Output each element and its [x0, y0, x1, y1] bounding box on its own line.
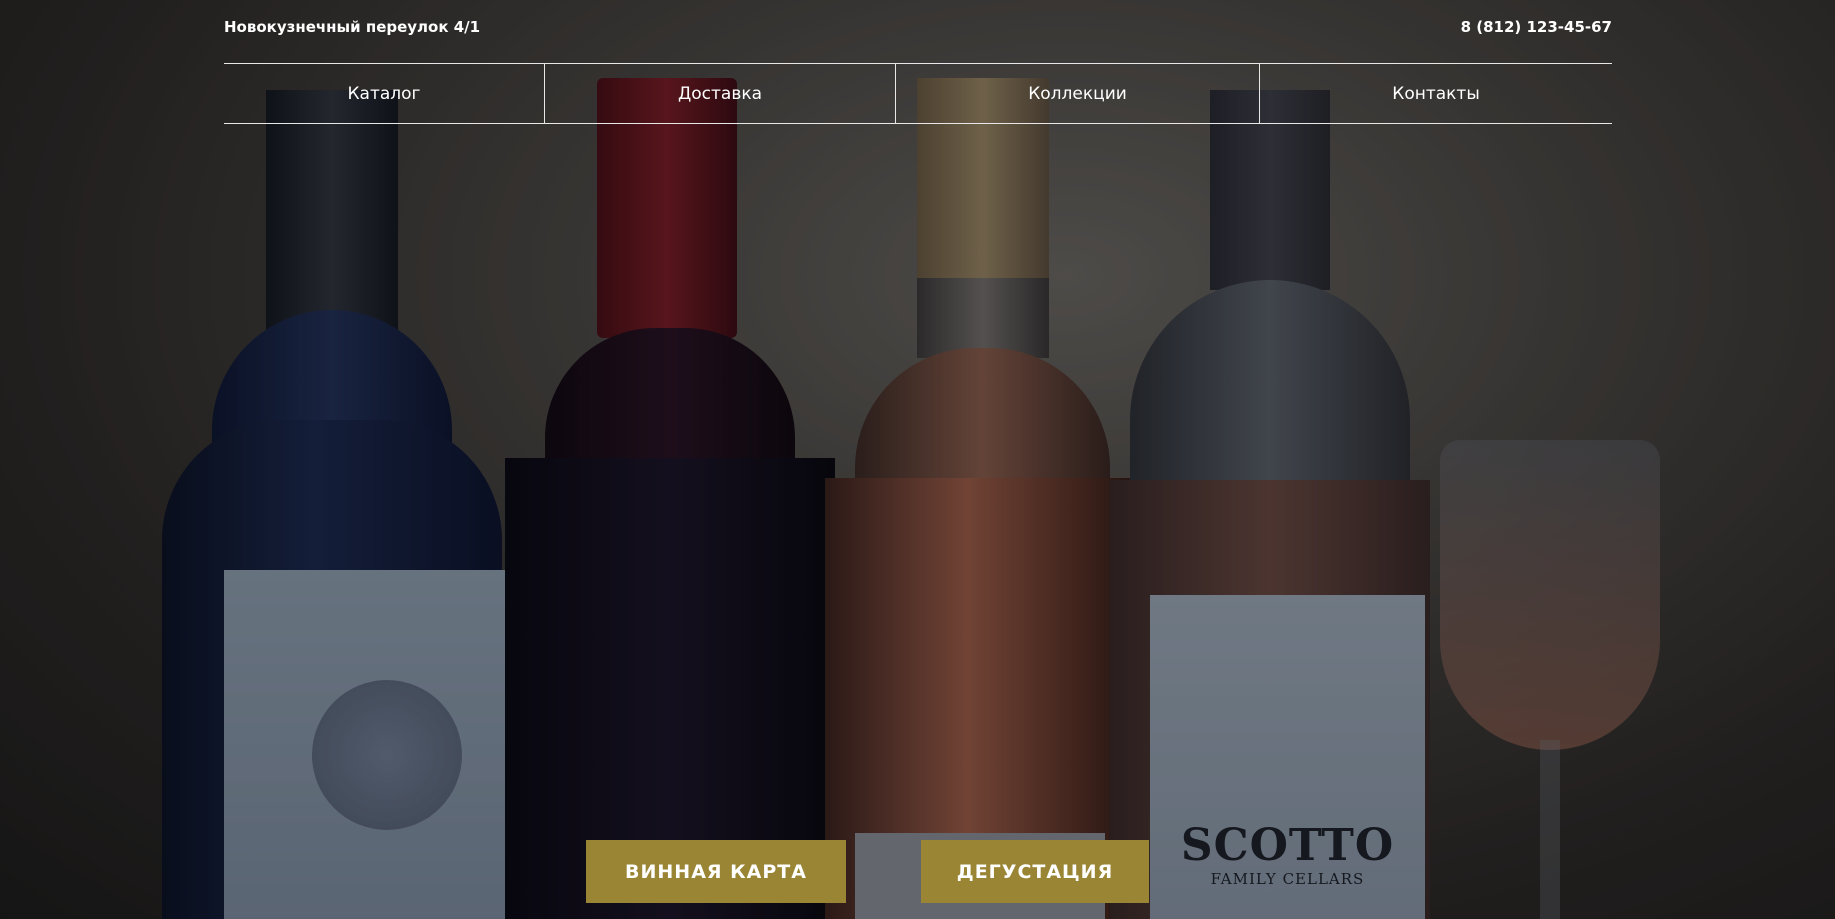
phone-link[interactable]: 8 (812) 123-45-67 — [1461, 18, 1612, 36]
main-nav: Каталог Доставка Коллекции Контакты — [224, 63, 1612, 124]
bottle-label-brand: SCOTTO — [1180, 820, 1395, 871]
wine-glass — [1440, 440, 1660, 750]
nav-item-collections[interactable]: Коллекции — [895, 64, 1259, 123]
tasting-button[interactable]: ДЕГУСТАЦИЯ — [921, 840, 1149, 903]
wine-bottle-scotto: SCOTTO FAMILY CELLARS — [1110, 90, 1430, 919]
hero-background-image: SCOTTO FAMILY CELLARS — [0, 0, 1835, 919]
address-text: Новокузнечный переулок 4/1 — [224, 18, 481, 36]
nav-item-catalog[interactable]: Каталог — [224, 64, 544, 123]
nav-item-contacts[interactable]: Контакты — [1259, 64, 1612, 123]
bottle-label-sub: FAMILY CELLARS — [1210, 870, 1365, 888]
wine-bottle-rose — [825, 78, 1140, 919]
wine-bottle-red — [505, 78, 835, 919]
wine-list-button[interactable]: ВИННАЯ КАРТА — [586, 840, 846, 903]
wine-bottle-dark — [162, 90, 506, 919]
wine-glass-stem — [1540, 740, 1560, 919]
nav-item-delivery[interactable]: Доставка — [544, 64, 895, 123]
top-bar: Новокузнечный переулок 4/1 8 (812) 123-4… — [224, 18, 1612, 42]
